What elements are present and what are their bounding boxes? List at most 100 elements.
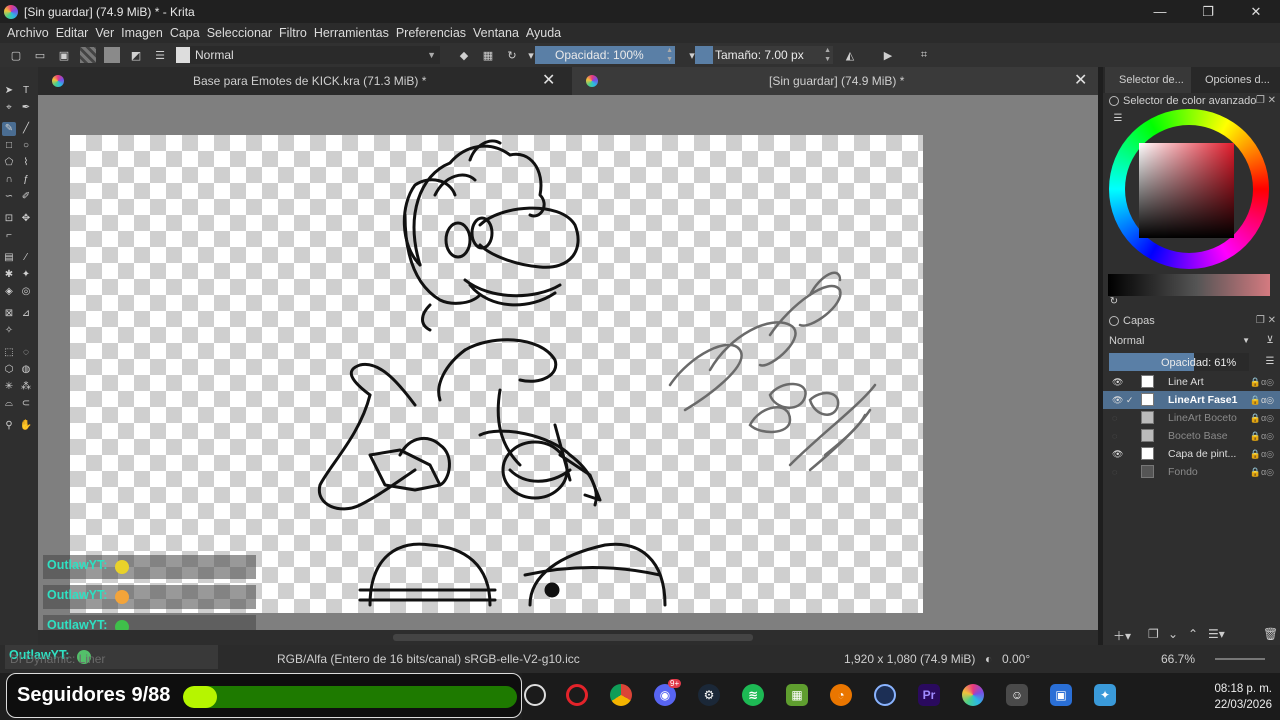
crop-icon[interactable]: ⌗: [916, 47, 932, 63]
cinema4d-icon[interactable]: [874, 684, 896, 706]
fill-tool-icon[interactable]: ◈: [2, 285, 16, 299]
menu-archivo[interactable]: Archivo: [7, 26, 49, 40]
horizontal-scrollbar[interactable]: [38, 630, 1098, 645]
assistant-tool-icon[interactable]: ⊠: [2, 307, 16, 321]
filter-icon[interactable]: ⊻: [1263, 334, 1277, 348]
delete-layer-icon[interactable]: 🗑: [1263, 627, 1278, 641]
zoom-tool-icon[interactable]: ⚲: [2, 419, 16, 433]
tab-emotes-document[interactable]: Base para Emotes de KICK.kra (71.3 MiB) …: [38, 67, 570, 95]
ellipse-select-icon[interactable]: ◌: [19, 346, 33, 360]
krita-icon[interactable]: [962, 684, 984, 706]
tab-tool-options[interactable]: Opciones d...: [1197, 67, 1280, 93]
canvas-viewport[interactable]: OutlawYT: OutlawYT: OutlawYT:: [38, 95, 1098, 639]
reference-tool-icon[interactable]: ✧: [2, 324, 16, 338]
refresh-icon[interactable]: ↻: [1107, 295, 1121, 309]
select-shapes-icon[interactable]: ➤: [2, 84, 16, 98]
polyline-tool-icon[interactable]: ⌇: [19, 156, 33, 170]
close-tab-icon[interactable]: ✕: [1074, 67, 1087, 95]
rectangle-tool-icon[interactable]: □: [2, 139, 16, 153]
layer-lock-icon[interactable]: 🔒α◎: [1250, 409, 1274, 427]
menu-ventana[interactable]: Ventana: [473, 26, 519, 40]
rotation-icon[interactable]: ◐: [985, 652, 992, 666]
dynamic-brush-icon[interactable]: ∽: [2, 190, 16, 204]
rect-select-icon[interactable]: ⬚: [2, 346, 16, 360]
brush-preset-name[interactable]: DI Dynamic: Liner: [10, 652, 105, 666]
drawing-canvas[interactable]: [70, 135, 923, 613]
layer-lock-icon[interactable]: 🔒α◎: [1250, 463, 1274, 481]
menu-preferencias[interactable]: Preferencias: [396, 26, 466, 40]
zoom-slider[interactable]: [1215, 658, 1265, 660]
alpha-lock-icon[interactable]: ▦: [480, 47, 496, 63]
layer-row[interactable]: 👁 ✓ LineArt Fase1 🔒α◎: [1103, 391, 1280, 409]
visibility-icon[interactable]: 👁 ✓: [1112, 391, 1133, 409]
game-icon[interactable]: ☺: [1006, 684, 1028, 706]
scrollbar-thumb[interactable]: [393, 634, 753, 641]
menu-editar[interactable]: Editar: [56, 26, 89, 40]
duplicate-layer-icon[interactable]: ❐: [1148, 627, 1159, 641]
new-document-icon[interactable]: ▢: [8, 47, 24, 63]
close-tab-icon[interactable]: ✕: [542, 67, 555, 95]
layer-opacity-slider[interactable]: Opacidad: 61%: [1109, 353, 1249, 371]
color-history-bar[interactable]: [1108, 274, 1270, 296]
rotation-value[interactable]: 0.00°: [1002, 652, 1030, 666]
multibrush-icon[interactable]: ✐: [19, 190, 33, 204]
gradient-swatch[interactable]: [104, 47, 120, 63]
magnetic-select-icon[interactable]: ⊂: [19, 397, 33, 411]
color-settings-icon[interactable]: ☰: [1111, 112, 1125, 126]
bezier-select-icon[interactable]: ⌓: [2, 397, 16, 411]
menu-capa[interactable]: Capa: [170, 26, 200, 40]
ellipse-tool-icon[interactable]: ○: [19, 139, 33, 153]
move-up-icon[interactable]: ⌃: [1188, 627, 1198, 641]
opera-icon[interactable]: [566, 684, 588, 706]
menu-filtro[interactable]: Filtro: [279, 26, 307, 40]
mirror-horizontal-icon[interactable]: ◭: [842, 47, 858, 63]
pan-tool-icon[interactable]: ✋: [19, 419, 33, 433]
docker-buttons-icon[interactable]: ❐ ✕: [1256, 92, 1276, 110]
smart-patch-icon[interactable]: ✱: [2, 268, 16, 282]
image-dimensions[interactable]: 1,920 x 1,080 (74.9 MiB): [844, 652, 975, 666]
polygon-tool-icon[interactable]: ⬠: [2, 156, 16, 170]
line-tool-icon[interactable]: ╱: [19, 122, 33, 136]
layer-row[interactable]: 👁 Line Art 🔒α◎: [1103, 373, 1280, 391]
colorize-mask-icon[interactable]: ✦: [19, 268, 33, 282]
text-tool-icon[interactable]: T: [19, 84, 33, 98]
color-picker-icon[interactable]: ⁄: [19, 251, 33, 265]
visibility-icon[interactable]: 👁: [1112, 373, 1123, 391]
reload-icon[interactable]: ↻: [504, 47, 520, 63]
mirror-vertical-icon[interactable]: ▶: [880, 47, 896, 63]
edit-shapes-icon[interactable]: ⌖: [2, 101, 16, 115]
freehand-path-icon[interactable]: ƒ: [19, 173, 33, 187]
spotify-icon[interactable]: ≋: [742, 684, 764, 706]
zoom-level[interactable]: 66.7%: [1161, 652, 1195, 666]
tab-color-selector[interactable]: Selector de...: [1105, 67, 1191, 93]
premiere-icon[interactable]: Pr: [918, 684, 940, 706]
measure-tool-icon[interactable]: ⊿: [19, 307, 33, 321]
open-folder-icon[interactable]: ▭: [32, 47, 48, 63]
layer-menu-icon[interactable]: ☰: [1263, 355, 1277, 369]
transform-tool-icon[interactable]: ⊡: [2, 212, 16, 226]
eraser-icon[interactable]: ◆: [456, 47, 472, 63]
menu-herramientas[interactable]: Herramientas: [314, 26, 389, 40]
layer-row[interactable]: ◌ Fondo 🔒α◎: [1103, 463, 1280, 481]
minecraft-icon[interactable]: ▦: [786, 684, 808, 706]
blender-icon[interactable]: ◔: [830, 684, 852, 706]
enclose-fill-icon[interactable]: ◎: [19, 285, 33, 299]
app-icon[interactable]: ✦: [1094, 684, 1116, 706]
add-layer-icon[interactable]: ＋▾: [1113, 627, 1131, 644]
brush-settings-icon[interactable]: ☰: [152, 47, 168, 63]
docker-buttons-icon[interactable]: ❐ ✕: [1256, 312, 1276, 330]
calligraphy-icon[interactable]: ✒: [19, 101, 33, 115]
menu-ayuda[interactable]: Ayuda: [526, 26, 561, 40]
store-icon[interactable]: ▣: [1050, 684, 1072, 706]
maximize-button[interactable]: ❐: [1184, 0, 1232, 23]
close-button[interactable]: ✕: [1232, 0, 1280, 23]
tab-unsaved-document[interactable]: [Sin guardar] (74.9 MiB) * ✕: [572, 67, 1098, 95]
minimize-button[interactable]: —: [1136, 0, 1184, 23]
color-swap-icon[interactable]: ◩: [128, 47, 144, 63]
move-tool-icon[interactable]: ✥: [19, 212, 33, 226]
saturation-value-square[interactable]: [1139, 143, 1234, 238]
layer-row[interactable]: 👁 Capa de pint... 🔒α◎: [1103, 445, 1280, 463]
move-down-icon[interactable]: ⌄: [1168, 627, 1178, 641]
freehand-select-icon[interactable]: ◍: [19, 363, 33, 377]
layer-row[interactable]: ◌ LineArt Boceto 🔒α◎: [1103, 409, 1280, 427]
